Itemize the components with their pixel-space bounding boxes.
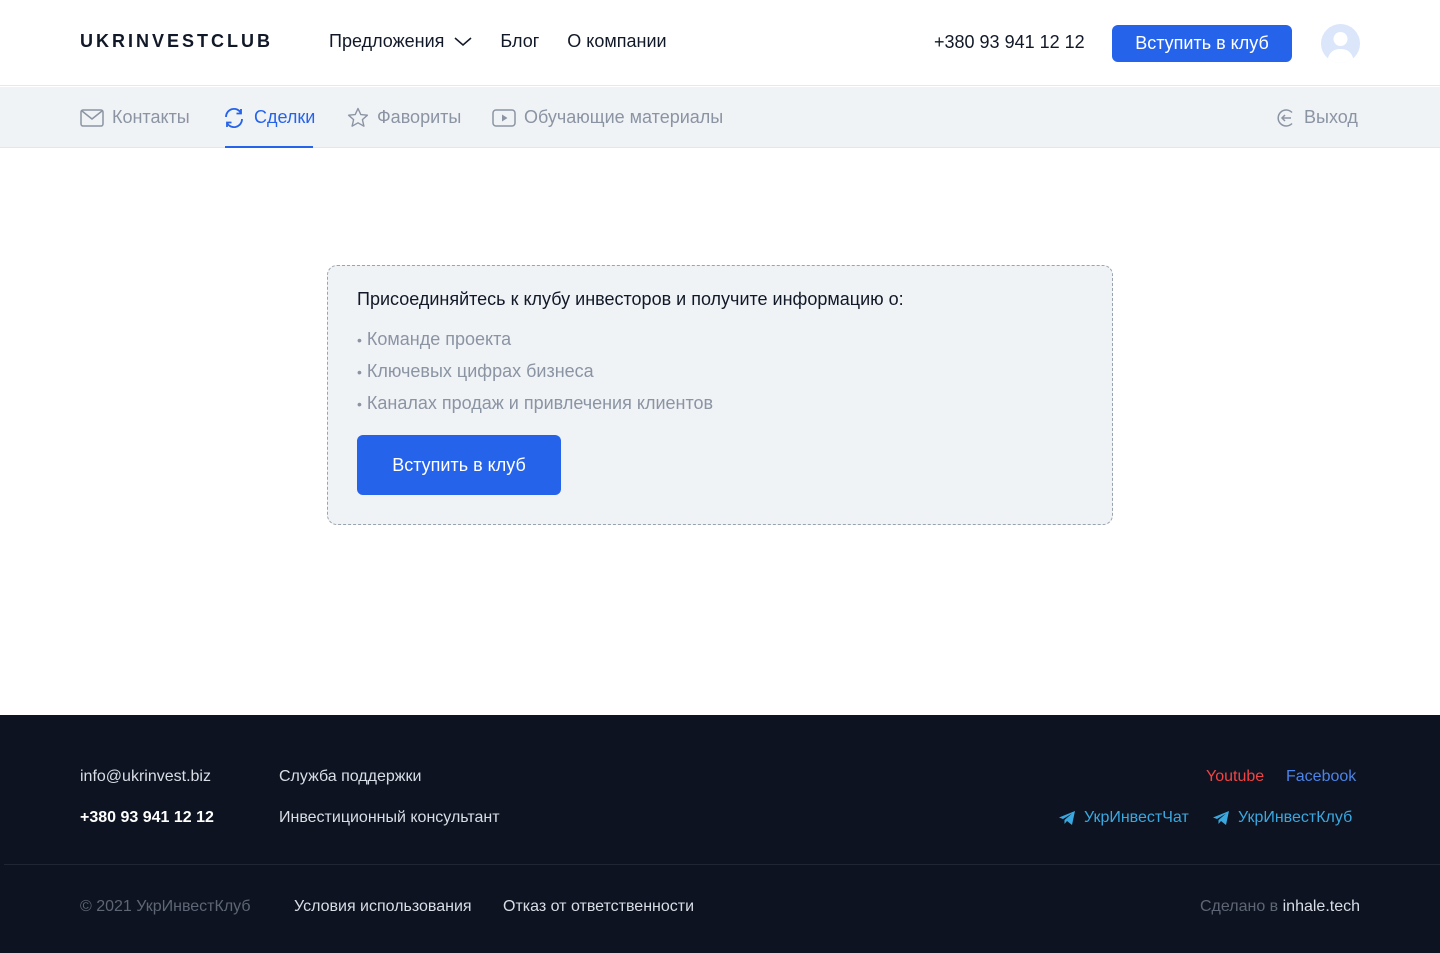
footer-made-in: Сделано в inhale.tech <box>1200 898 1360 916</box>
tab-label: Сделки <box>254 107 316 127</box>
join-club-button[interactable]: Вступить в клуб <box>1112 25 1292 62</box>
chevron-down-icon <box>454 36 472 47</box>
nav-item-blog[interactable]: Блог <box>500 31 539 52</box>
footer-telegram-chat-link[interactable]: УкрИнвестЧат <box>1058 809 1189 827</box>
list-item: Команде проекта <box>357 328 713 360</box>
video-icon <box>492 108 516 127</box>
nav-item-label: Предложения <box>329 31 445 51</box>
footer-link-consultant[interactable]: Инвестиционный консультант <box>279 809 500 827</box>
promo-title: Присоединяйтесь к клубу инвесторов и пол… <box>357 289 904 309</box>
telegram-icon <box>1058 810 1076 826</box>
tab-learning-materials[interactable]: Обучающие материалы <box>492 87 723 148</box>
tab-contacts[interactable]: Контакты <box>80 87 190 148</box>
nav-item-label: Блог <box>500 31 540 51</box>
footer-copyright: © 2021 УкрИнвестКлуб <box>80 898 251 915</box>
mail-icon <box>80 108 104 127</box>
site-logo[interactable]: UKRINVESTCLUB <box>80 31 273 52</box>
star-icon <box>347 107 369 128</box>
footer-facebook-link[interactable]: Facebook <box>1286 768 1356 786</box>
promo-benefits-list: Команде проекта Ключевых цифрах бизнеса … <box>357 328 713 424</box>
site-footer: info@ukrinvest.biz +380 93 941 12 12 Слу… <box>0 715 1440 953</box>
user-avatar-icon[interactable] <box>1321 24 1360 63</box>
tab-label: Фавориты <box>377 107 462 127</box>
tab-deals[interactable]: Сделки <box>222 87 315 148</box>
logout-link[interactable]: Выход <box>1276 87 1358 148</box>
footer-terms-link[interactable]: Условия использования <box>294 898 472 916</box>
tab-label: Обучающие материалы <box>524 107 724 127</box>
made-in-prefix: Сделано в <box>1199 898 1279 915</box>
join-club-promo-card: Присоединяйтесь к клубу инвесторов и пол… <box>327 265 1113 525</box>
footer-youtube-link[interactable]: Youtube <box>1206 768 1264 786</box>
account-subnav: Контакты Сделки Фавориты Обучающие матер… <box>0 87 1440 148</box>
telegram-label: УкрИнвестЧат <box>1084 809 1189 826</box>
footer-divider <box>4 864 1440 865</box>
nav-item-label: О компании <box>567 31 667 51</box>
refresh-icon <box>222 107 246 129</box>
made-in-link[interactable]: inhale.tech <box>1283 898 1360 915</box>
nav-item-about[interactable]: О компании <box>567 31 666 52</box>
telegram-icon <box>1212 810 1230 826</box>
nav-item-offers[interactable]: Предложения <box>329 31 472 52</box>
logout-icon <box>1276 108 1296 128</box>
logout-label: Выход <box>1304 107 1358 127</box>
footer-email[interactable]: info@ukrinvest.biz <box>80 768 211 786</box>
promo-join-club-button[interactable]: Вступить в клуб <box>357 435 561 495</box>
footer-phone[interactable]: +380 93 941 12 12 <box>80 809 214 827</box>
tab-favorites[interactable]: Фавориты <box>347 87 461 148</box>
list-item: Ключевых цифрах бизнеса <box>357 360 713 392</box>
top-header: UKRINVESTCLUB Предложения Блог О компани… <box>0 0 1440 86</box>
footer-telegram-club-link[interactable]: УкрИнвестКлуб <box>1212 809 1352 827</box>
telegram-label: УкрИнвестКлуб <box>1238 809 1353 826</box>
list-item: Каналах продаж и привлечения клиентов <box>357 392 713 424</box>
tab-label: Контакты <box>112 107 190 127</box>
footer-link-support[interactable]: Служба поддержки <box>279 768 421 786</box>
main-nav: Предложения Блог О компании <box>329 31 695 52</box>
header-phone[interactable]: +380 93 941 12 12 <box>934 32 1085 53</box>
footer-disclaimer-link[interactable]: Отказ от ответственности <box>503 898 694 916</box>
